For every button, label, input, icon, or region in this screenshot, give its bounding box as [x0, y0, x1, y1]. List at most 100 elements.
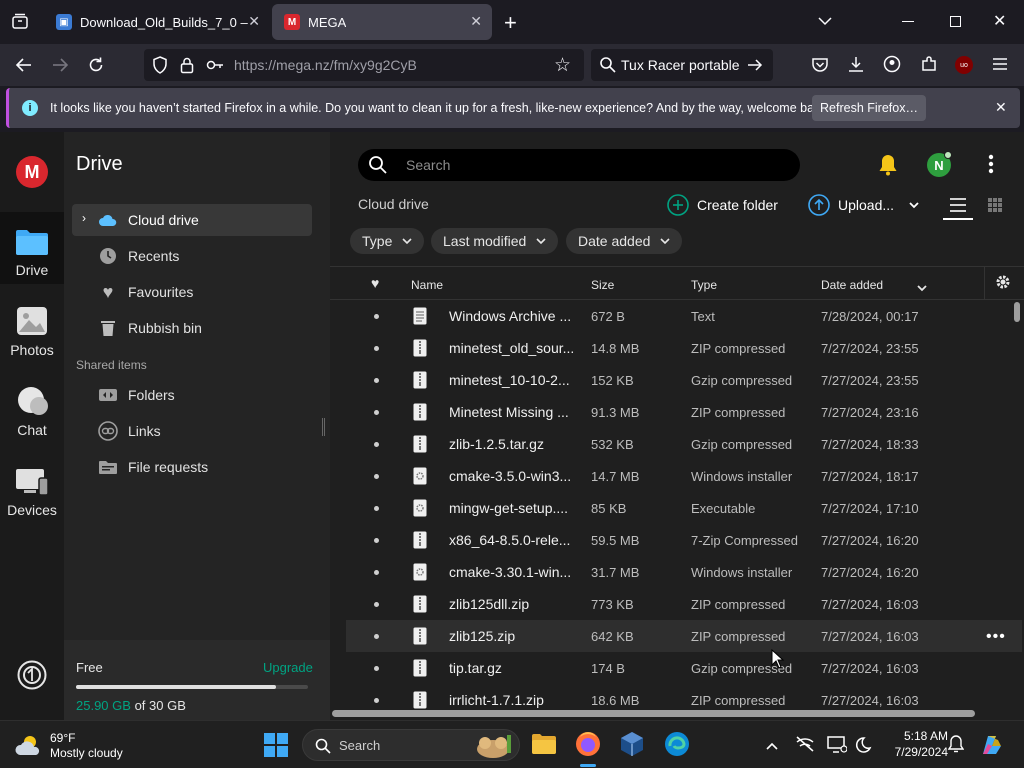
favourite-dot[interactable]: [374, 570, 379, 575]
rail-item-drive[interactable]: Drive: [0, 212, 64, 284]
rail-item-photos[interactable]: Photos: [0, 292, 64, 364]
refresh-firefox-button[interactable]: Refresh Firefox…: [812, 95, 926, 121]
table-row[interactable]: x86_64-8.5.0-rele... 59.5 MB 7-Zip Compres…: [346, 524, 1022, 556]
favourite-dot[interactable]: [374, 666, 379, 671]
chevron-down-icon[interactable]: [816, 12, 834, 35]
row-more-options-icon[interactable]: •••: [986, 628, 1006, 646]
go-arrow-icon[interactable]: [747, 57, 763, 78]
file-explorer-icon[interactable]: [531, 732, 557, 761]
favourite-dot[interactable]: [374, 410, 379, 415]
table-row[interactable]: cmake-3.30.1-win... 31.7 MB Windows instal…: [346, 556, 1022, 588]
tab-list-icon[interactable]: [10, 12, 30, 32]
virtualbox-icon[interactable]: [619, 731, 645, 762]
sidebar-resize-handle[interactable]: [322, 418, 325, 436]
lock-icon[interactable]: [180, 56, 194, 79]
favourite-dot[interactable]: [374, 698, 379, 703]
column-settings-gear-icon[interactable]: [995, 274, 1011, 295]
close-window-icon[interactable]: ✕: [993, 11, 1006, 31]
table-row[interactable]: tip.tar.gz 174 B Gzip compressed 7/27/2024,…: [346, 652, 1022, 684]
list-view-icon[interactable]: [949, 197, 967, 218]
sidebar-item-cloud-drive[interactable]: › Cloud drive: [72, 204, 312, 236]
favourite-dot[interactable]: [374, 538, 379, 543]
vertical-scrollbar-thumb[interactable]: [1014, 302, 1020, 322]
sidebar-item-file-requests[interactable]: File requests: [72, 451, 312, 483]
table-row[interactable]: Windows Archive ... 672 B Text 7/28/2024, 0…: [346, 300, 1022, 332]
shield-icon[interactable]: [152, 56, 168, 79]
table-row[interactable]: cmake-3.5.0-win3... 14.7 MB Windows instal…: [346, 460, 1022, 492]
tab-mega[interactable]: M MEGA ✕: [272, 4, 492, 40]
search-field[interactable]: Search: [358, 149, 800, 181]
copilot-icon[interactable]: [979, 732, 1005, 763]
back-icon[interactable]: [11, 52, 37, 78]
sidebar-item-rubbish-bin[interactable]: Rubbish bin: [72, 312, 312, 344]
favourite-dot[interactable]: [374, 634, 379, 639]
show-hidden-icons-chevron-icon[interactable]: [765, 739, 779, 757]
display-icon[interactable]: [827, 736, 848, 759]
extensions-icon[interactable]: [920, 55, 938, 78]
account-icon[interactable]: [883, 55, 901, 78]
close-tab-icon[interactable]: ✕: [248, 13, 260, 30]
downloads-icon[interactable]: [847, 55, 865, 78]
minimize-icon[interactable]: [902, 21, 914, 22]
grid-view-icon[interactable]: [987, 197, 1003, 218]
search-value[interactable]: Tux Racer portable: [621, 57, 740, 73]
url-text[interactable]: https://mega.nz/fm/xy9g2CyB: [234, 57, 417, 73]
rail-item-chat[interactable]: Chat: [0, 372, 64, 444]
close-tab-icon[interactable]: ✕: [470, 13, 482, 30]
close-notification-icon[interactable]: ✕: [995, 99, 1007, 116]
forward-icon[interactable]: [47, 52, 73, 78]
address-bar[interactable]: https://mega.nz/fm/xy9g2CyB ☆: [144, 49, 584, 81]
start-button[interactable]: [264, 733, 288, 762]
browser-search-box[interactable]: Tux Racer portable: [591, 49, 773, 81]
new-tab-icon[interactable]: +: [504, 10, 517, 36]
weather-widget[interactable]: 69°F Mostly cloudy: [14, 729, 134, 763]
filter-date-added[interactable]: Date added: [566, 228, 683, 254]
table-row[interactable]: minetest_10-10-2... 152 KB Gzip compressed…: [346, 364, 1022, 396]
favourite-dot[interactable]: [374, 506, 379, 511]
permissions-key-icon[interactable]: [206, 57, 224, 78]
restore-icon[interactable]: [950, 16, 961, 27]
sidebar-item-recents[interactable]: Recents: [72, 240, 312, 272]
ublock-icon[interactable]: uo: [955, 56, 973, 74]
notification-bell-icon[interactable]: [947, 735, 965, 758]
table-row[interactable]: zlib125dll.zip 773 KB ZIP compressed 7/27/2…: [346, 588, 1022, 620]
pocket-icon[interactable]: [811, 56, 829, 79]
table-row[interactable]: zlib-1.2.5.tar.gz 532 KB Gzip compressed 7/…: [346, 428, 1022, 460]
header-heart-icon[interactable]: ♥: [371, 275, 379, 291]
sidebar-item-folders[interactable]: Folders: [72, 379, 312, 411]
filter-type[interactable]: Type: [350, 228, 425, 254]
sidebar-item-links[interactable]: Links: [72, 415, 312, 447]
bookmark-star-icon[interactable]: ☆: [554, 54, 571, 77]
clock[interactable]: 5:18 AM 7/29/2024: [892, 729, 948, 759]
column-date-added[interactable]: Date added: [821, 278, 883, 292]
more-options-icon[interactable]: [988, 154, 994, 179]
bell-icon[interactable]: [878, 154, 898, 181]
taskbar-search[interactable]: Search: [302, 729, 520, 761]
upgrade-link[interactable]: Upgrade: [263, 660, 313, 675]
edge-icon[interactable]: [664, 731, 690, 762]
table-row[interactable]: zlib125.zip 642 KB ZIP compressed 7/27/2024…: [346, 620, 1022, 652]
reload-icon[interactable]: [83, 52, 109, 78]
mega-logo-icon[interactable]: M: [16, 156, 48, 188]
column-type[interactable]: Type: [691, 278, 717, 292]
sidebar-item-favourites[interactable]: ♥ Favourites: [72, 276, 312, 308]
sort-chevron-icon[interactable]: [917, 280, 927, 298]
favourite-dot[interactable]: [374, 346, 379, 351]
table-row[interactable]: minetest_old_sour... 14.8 MB ZIP compresse…: [346, 332, 1022, 364]
network-disconnected-icon[interactable]: [795, 735, 815, 758]
favourite-dot[interactable]: [374, 378, 379, 383]
firefox-icon[interactable]: [575, 731, 601, 762]
transfer-manager-icon[interactable]: [17, 660, 47, 695]
breadcrumb[interactable]: Cloud drive: [358, 196, 429, 212]
table-row[interactable]: mingw-get-setup.... 85 KB Executable 7/27/2…: [346, 492, 1022, 524]
table-row[interactable]: Minetest Missing ... 91.3 MB ZIP compresse…: [346, 396, 1022, 428]
favourite-dot[interactable]: [374, 602, 379, 607]
chevron-right-icon[interactable]: ›: [82, 211, 86, 225]
tab-download-old-builds[interactable]: ▣ Download_Old_Builds_7_0 – Or ✕: [44, 4, 270, 40]
filter-last-modified[interactable]: Last modified: [431, 228, 559, 254]
create-folder-button[interactable]: Create folder: [667, 193, 778, 217]
column-name[interactable]: Name: [411, 278, 443, 292]
rail-item-devices[interactable]: Devices: [0, 452, 64, 524]
favourite-dot[interactable]: [374, 474, 379, 479]
favourite-dot[interactable]: [374, 314, 379, 319]
